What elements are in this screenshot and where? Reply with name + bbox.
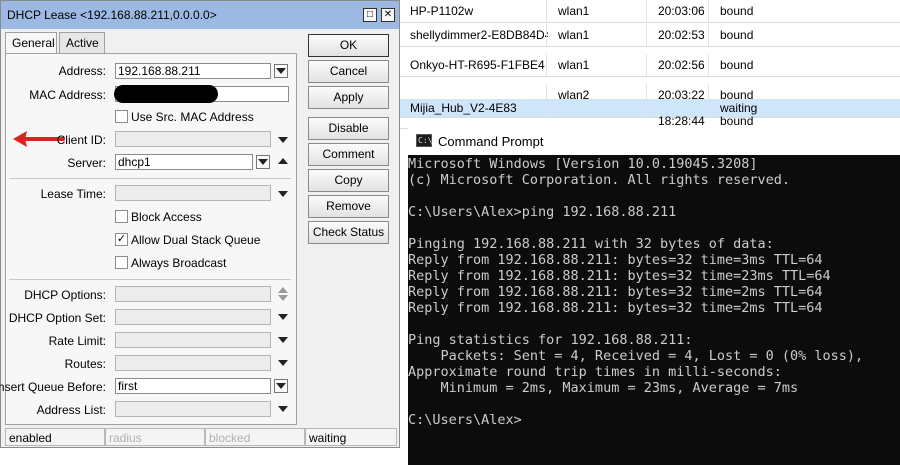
- dhcp-options-field[interactable]: [115, 286, 271, 302]
- console-line: Approximate round trip times in milli-se…: [408, 364, 782, 380]
- status-waiting: waiting: [305, 428, 397, 446]
- server-field[interactable]: dhcp1: [115, 154, 253, 170]
- console-line: Reply from 192.168.88.211: bytes=32 time…: [408, 284, 823, 300]
- cancel-button[interactable]: Cancel: [308, 60, 389, 83]
- dhcp-options-label: DHCP Options:: [24, 288, 106, 302]
- lease-time-expand-icon[interactable]: [278, 191, 288, 197]
- console-line: Ping statistics for 192.168.88.211:: [408, 332, 693, 348]
- interface-cell: wlan1: [558, 58, 590, 72]
- remove-button[interactable]: Remove: [308, 195, 389, 218]
- rate-limit-field[interactable]: [115, 332, 271, 348]
- cmd-icon: C:\: [416, 134, 433, 147]
- tab-active[interactable]: Active: [59, 32, 105, 54]
- dhcp-options-down-icon[interactable]: [278, 295, 288, 301]
- allow-dual-stack-label: Allow Dual Stack Queue: [131, 233, 261, 247]
- table-row[interactable]: HP-P1102w wlan1 20:03:06 bound: [400, 0, 900, 23]
- ok-button[interactable]: OK: [308, 34, 389, 57]
- host-cell: Onkyo-HT-R695-F1FBE4: [410, 58, 545, 72]
- command-prompt-window: C:\ Command Prompt Microsoft Windows [Ve…: [408, 127, 900, 465]
- host-cell: shellydimmer2-E8DB84D4...: [410, 28, 548, 42]
- mac-address-label: MAC Address:: [29, 88, 106, 102]
- address-list-field[interactable]: [115, 401, 271, 417]
- client-id-label: Client ID:: [56, 133, 106, 147]
- comment-button[interactable]: Comment: [308, 143, 389, 166]
- lease-time-label: Lease Time:: [40, 187, 106, 201]
- console-prompt: C:\Users\Alex>: [408, 412, 522, 428]
- allow-dual-stack-checkbox[interactable]: ✓: [115, 233, 128, 246]
- block-access-checkbox[interactable]: [115, 210, 128, 223]
- console-line: Minimum = 2ms, Maximum = 23ms, Average =…: [408, 380, 799, 396]
- tab-general[interactable]: General: [5, 32, 57, 54]
- use-src-mac-checkbox[interactable]: [115, 110, 128, 123]
- insert-queue-before-field[interactable]: first: [115, 378, 271, 394]
- separator: [9, 279, 291, 280]
- server-dropdown-icon[interactable]: [256, 155, 270, 169]
- console-line: Reply from 192.168.88.211: bytes=32 time…: [408, 268, 831, 284]
- dhcp-option-set-expand-icon[interactable]: [278, 314, 288, 320]
- address-dropdown-icon[interactable]: [274, 64, 288, 78]
- host-cell: HP-P1102w: [410, 4, 474, 18]
- window-title: DHCP Lease <192.168.88.211,0.0.0.0>: [7, 8, 217, 22]
- apply-button[interactable]: Apply: [308, 86, 389, 109]
- server-collapse-icon[interactable]: [278, 158, 288, 164]
- status-cell: bound: [720, 28, 754, 42]
- console-line: (c) Microsoft Corporation. All rights re…: [408, 172, 791, 188]
- separator: [9, 178, 291, 179]
- status-enabled: enabled: [5, 428, 105, 446]
- cmd-title: Command Prompt: [438, 134, 544, 149]
- status-blocked: blocked: [205, 428, 305, 446]
- client-id-expand-icon[interactable]: [278, 137, 288, 143]
- console-output[interactable]: Microsoft Windows [Version 10.0.19045.32…: [408, 155, 900, 465]
- interface-cell: wlan1: [558, 28, 590, 42]
- dhcp-options-up-icon[interactable]: [278, 287, 288, 293]
- routes-label: Routes:: [64, 357, 106, 371]
- insert-queue-dropdown-icon[interactable]: [274, 379, 288, 393]
- status-bar: enabled radius blocked waiting: [5, 428, 397, 446]
- close-icon[interactable]: ✕: [381, 8, 395, 22]
- use-src-mac-label: Use Src. MAC Address: [131, 110, 254, 124]
- address-label: Address:: [58, 64, 106, 78]
- check-status-button[interactable]: Check Status: [308, 221, 389, 244]
- dhcp-option-set-label: DHCP Option Set:: [8, 311, 106, 325]
- address-list-label: Address List:: [36, 403, 106, 417]
- console-line: C:\Users\Alex>ping 192.168.88.211: [408, 204, 677, 220]
- block-access-label: Block Access: [131, 210, 202, 224]
- rate-limit-label: Rate Limit:: [48, 334, 106, 348]
- console-line: Reply from 192.168.88.211: bytes=32 time…: [408, 300, 823, 316]
- status-cell: bound: [720, 4, 754, 18]
- dhcp-lease-window: DHCP Lease <192.168.88.211,0.0.0.0> □ ✕ …: [0, 0, 400, 448]
- always-broadcast-checkbox[interactable]: [115, 256, 128, 269]
- address-field[interactable]: 192.168.88.211: [115, 63, 271, 79]
- rate-limit-expand-icon[interactable]: [278, 337, 288, 343]
- server-label: Server:: [67, 156, 106, 170]
- redaction-mark: [114, 85, 218, 103]
- status-radius: radius: [105, 428, 205, 446]
- disable-button[interactable]: Disable: [308, 117, 389, 140]
- routes-field[interactable]: [115, 355, 271, 371]
- always-broadcast-label: Always Broadcast: [131, 256, 227, 270]
- table-row[interactable]: Onkyo-HT-R695-F1FBE4 wlan1 20:02:56 boun…: [400, 54, 900, 77]
- title-bar[interactable]: DHCP Lease <192.168.88.211,0.0.0.0> □ ✕: [1, 1, 399, 29]
- dhcp-option-set-field[interactable]: [115, 309, 271, 325]
- console-line: Pinging 192.168.88.211 with 32 bytes of …: [408, 236, 774, 252]
- client-id-field[interactable]: [115, 131, 271, 147]
- table-row[interactable]: shellydimmer2-E8DB84D4... wlan1 20:02:53…: [400, 24, 900, 47]
- console-line: Packets: Sent = 4, Received = 4, Lost = …: [408, 348, 864, 364]
- status-cell: bound: [720, 58, 754, 72]
- address-list-expand-icon[interactable]: [278, 406, 288, 412]
- console-line: Reply from 192.168.88.211: bytes=32 time…: [408, 252, 823, 268]
- routes-expand-icon[interactable]: [278, 360, 288, 366]
- interface-cell: wlan1: [558, 4, 590, 18]
- console-line: Microsoft Windows [Version 10.0.19045.32…: [408, 156, 758, 172]
- insert-queue-before-label: Insert Queue Before:: [0, 380, 106, 394]
- copy-button[interactable]: Copy: [308, 169, 389, 192]
- cmd-title-bar[interactable]: C:\ Command Prompt: [408, 127, 900, 155]
- minimize-icon[interactable]: □: [363, 8, 377, 22]
- lease-time-field[interactable]: [115, 185, 271, 201]
